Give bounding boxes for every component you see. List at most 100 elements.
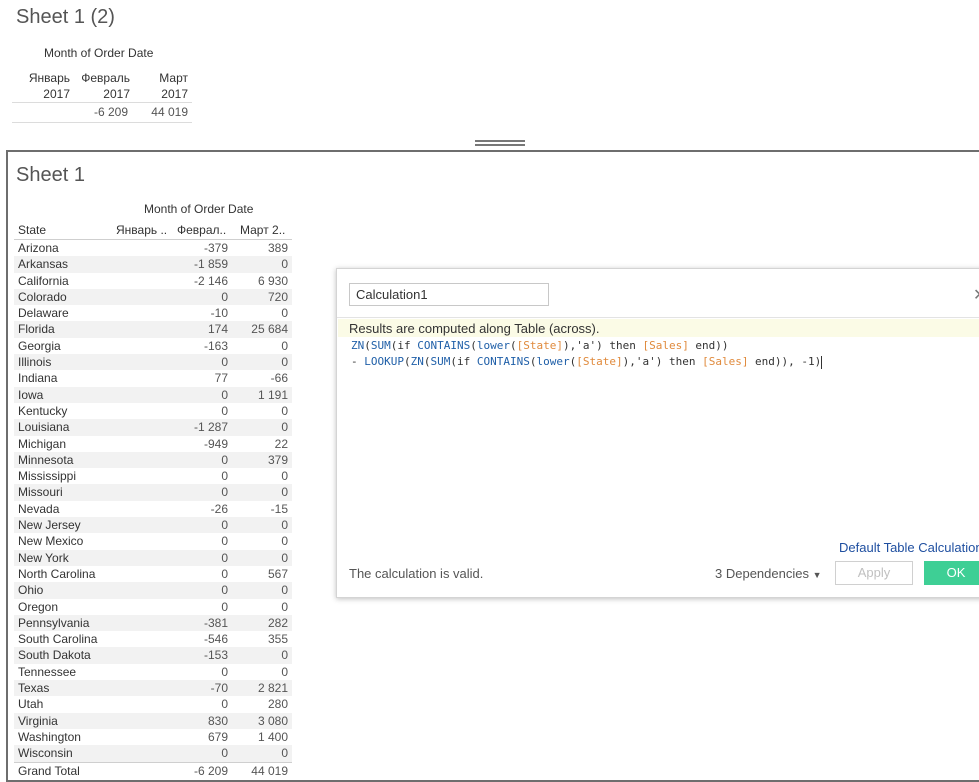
march-cell: 0 [281, 403, 288, 418]
column-header-month-of-order-date[interactable]: Month of Order Date [44, 46, 153, 60]
column-header-february[interactable]: Феврал.. [177, 223, 226, 237]
table-row[interactable]: North Carolina 0 567 [14, 566, 292, 582]
table-row[interactable]: Louisiana -1 287 0 [14, 419, 292, 436]
table-row[interactable]: Kentucky 0 0 [14, 403, 292, 419]
table-row[interactable]: Wisconsin 0 0 [14, 745, 292, 762]
february-cell: 0 [221, 697, 228, 712]
march-cell: 3 080 [257, 713, 288, 728]
column-year-label: 2017 [161, 87, 188, 101]
february-cell: 0 [221, 387, 228, 402]
table-row[interactable]: Pennsylvania -381 282 [14, 614, 292, 632]
february-cell: -2 146 [193, 273, 228, 288]
column-month-label: Февраль [81, 71, 130, 85]
march-cell: 567 [267, 566, 288, 581]
table-row[interactable]: South Dakota -153 0 [14, 647, 292, 664]
formula-line-1[interactable]: ZN(SUM(if CONTAINS(lower([State]),'a') t… [351, 339, 729, 352]
state-cell: Minnesota [18, 452, 74, 467]
state-cell: South Carolina [18, 632, 98, 647]
march-cell: 0 [281, 485, 288, 500]
table-row[interactable]: New York 0 0 [14, 549, 292, 566]
table-row[interactable]: Texas -70 2 821 [14, 680, 292, 697]
state-cell: Utah [18, 697, 44, 712]
cell-february[interactable]: -6 209 [74, 105, 128, 119]
column-header-month-of-order-date[interactable]: Month of Order Date [144, 202, 253, 216]
table-row[interactable]: Ohio 0 0 [14, 582, 292, 599]
column-header-january[interactable]: Январь .. [116, 223, 167, 237]
state-cell: Ohio [18, 583, 44, 598]
february-cell: -381 [203, 615, 228, 630]
table-row[interactable]: Minnesota 0 379 [14, 451, 292, 469]
march-cell: 355 [267, 632, 288, 647]
table-row[interactable]: Iowa 0 1 191 [14, 386, 292, 403]
table-row[interactable]: Florida 174 25 684 [14, 321, 292, 338]
table-row[interactable]: Arizona -379 389 [14, 240, 292, 256]
table-row[interactable]: Illinois 0 0 [14, 354, 292, 371]
pane-resize-handle[interactable] [475, 140, 525, 150]
table-row[interactable]: Oregon 0 0 [14, 599, 292, 615]
row-header-state[interactable]: State [18, 223, 46, 237]
dependencies-dropdown[interactable]: 3 Dependencies ▼ [715, 566, 822, 581]
table-row[interactable]: Utah 0 280 [14, 696, 292, 712]
state-cell: North Carolina [18, 566, 96, 581]
state-cell: New Mexico [18, 534, 84, 549]
column-header-march[interactable]: Март 2017 [140, 70, 188, 102]
sheet-title: Sheet 1 (2) [16, 6, 115, 28]
table-row[interactable]: Delaware -10 0 [14, 305, 292, 321]
column-header-january[interactable]: Январь 2017 [20, 70, 70, 102]
table-row[interactable]: South Carolina -546 355 [14, 631, 292, 647]
table-row[interactable]: Washington 679 1 400 [14, 729, 292, 745]
state-cell: Kentucky [18, 403, 68, 418]
column-header-march[interactable]: Март 2.. [240, 223, 285, 237]
formula-line-2[interactable]: - LOOKUP(ZN(SUM(if CONTAINS(lower([State… [351, 355, 823, 369]
table-row[interactable]: Tennessee 0 0 [14, 664, 292, 680]
march-cell: 0 [281, 648, 288, 663]
sheet-title: Sheet 1 [16, 164, 85, 186]
table-row[interactable]: Virginia 830 3 080 [14, 712, 292, 729]
state-cell: South Dakota [18, 648, 91, 663]
apply-button[interactable]: Apply [835, 561, 913, 585]
march-cell: 44 019 [251, 763, 288, 778]
table-row[interactable]: Missouri 0 0 [14, 484, 292, 501]
march-cell: 389 [267, 241, 288, 255]
march-cell: 282 [267, 615, 288, 630]
table-row[interactable]: California -2 146 6 930 [14, 273, 292, 289]
state-cell: Virginia [18, 713, 58, 728]
dependencies-label: 3 Dependencies [715, 566, 809, 581]
state-cell: Iowa [18, 387, 44, 402]
state-cell: Arizona [18, 241, 59, 255]
march-cell: 0 [281, 746, 288, 761]
march-cell: 0 [281, 338, 288, 353]
march-cell: 0 [281, 257, 288, 272]
march-cell: 0 [281, 420, 288, 435]
state-cell: Missouri [18, 485, 63, 500]
state-cell: Wisconsin [18, 746, 73, 761]
table-row[interactable]: New Jersey 0 0 [14, 517, 292, 534]
february-cell: 0 [221, 583, 228, 598]
default-table-calculation-link[interactable]: Default Table Calculation [839, 540, 979, 555]
calculation-name-input[interactable] [349, 283, 549, 306]
ok-button[interactable]: OK [924, 561, 979, 585]
february-cell: -379 [203, 241, 228, 255]
column-month-label: Март [159, 71, 188, 85]
march-cell: 0 [281, 518, 288, 533]
table-row[interactable]: Georgia -163 0 [14, 338, 292, 354]
table-row[interactable]: Mississippi 0 0 [14, 468, 292, 484]
table-row[interactable]: Michigan -949 22 [14, 436, 292, 452]
column-header-february[interactable]: Февраль 2017 [74, 70, 130, 102]
february-cell: -163 [203, 338, 228, 353]
table-row[interactable]: Indiana 77 -66 [14, 370, 292, 386]
february-cell: 0 [221, 664, 228, 679]
table-row[interactable]: New Mexico 0 0 [14, 533, 292, 549]
header-divider [12, 102, 192, 103]
table-row[interactable]: Colorado 0 720 [14, 288, 292, 306]
close-icon[interactable]: ✕ [973, 285, 979, 305]
table-row[interactable]: Arkansas -1 859 0 [14, 256, 292, 273]
cell-march[interactable]: 44 019 [136, 105, 188, 119]
state-cell: Pennsylvania [18, 615, 90, 630]
grand-total-row[interactable]: Grand Total -6 209 44 019 [14, 761, 292, 778]
column-year-label: 2017 [43, 87, 70, 101]
february-cell: 174 [207, 322, 228, 337]
february-cell: 0 [221, 485, 228, 500]
february-cell: 0 [221, 469, 228, 484]
table-row[interactable]: Nevada -26 -15 [14, 501, 292, 517]
